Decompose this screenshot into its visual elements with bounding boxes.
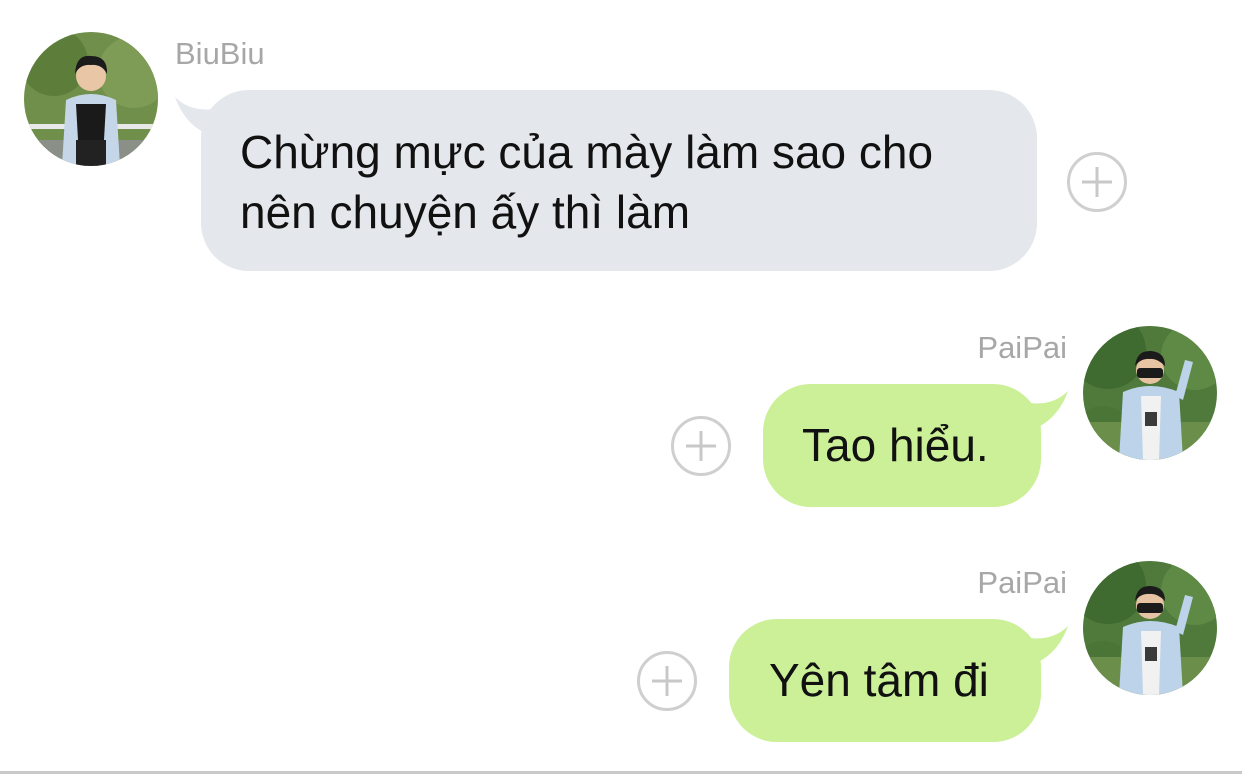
avatar-photo	[24, 32, 158, 166]
add-reaction-icon[interactable]	[1067, 152, 1127, 212]
message-bubble[interactable]: Yên tâm đi	[729, 619, 1041, 742]
user-avatar-icon[interactable]	[1083, 561, 1217, 695]
message-text: Chừng mực của mày làm sao cho nên chuyện…	[240, 126, 934, 238]
message-text: Tao hiểu.	[802, 419, 989, 471]
sender-name: PaiPai	[977, 565, 1067, 600]
user-avatar-icon[interactable]	[1083, 326, 1217, 460]
message-bubble[interactable]: Chừng mực của mày làm sao cho nên chuyện…	[201, 90, 1037, 271]
avatar-photo	[1083, 561, 1217, 695]
user-avatar-icon[interactable]	[24, 32, 158, 166]
sender-name: BiuBiu	[175, 36, 265, 71]
sender-name: PaiPai	[977, 330, 1067, 365]
message-text: Yên tâm đi	[769, 654, 989, 706]
add-reaction-icon[interactable]	[637, 651, 697, 711]
avatar-photo	[1083, 326, 1217, 460]
add-reaction-icon[interactable]	[671, 416, 731, 476]
message-bubble[interactable]: Tao hiểu.	[763, 384, 1041, 507]
